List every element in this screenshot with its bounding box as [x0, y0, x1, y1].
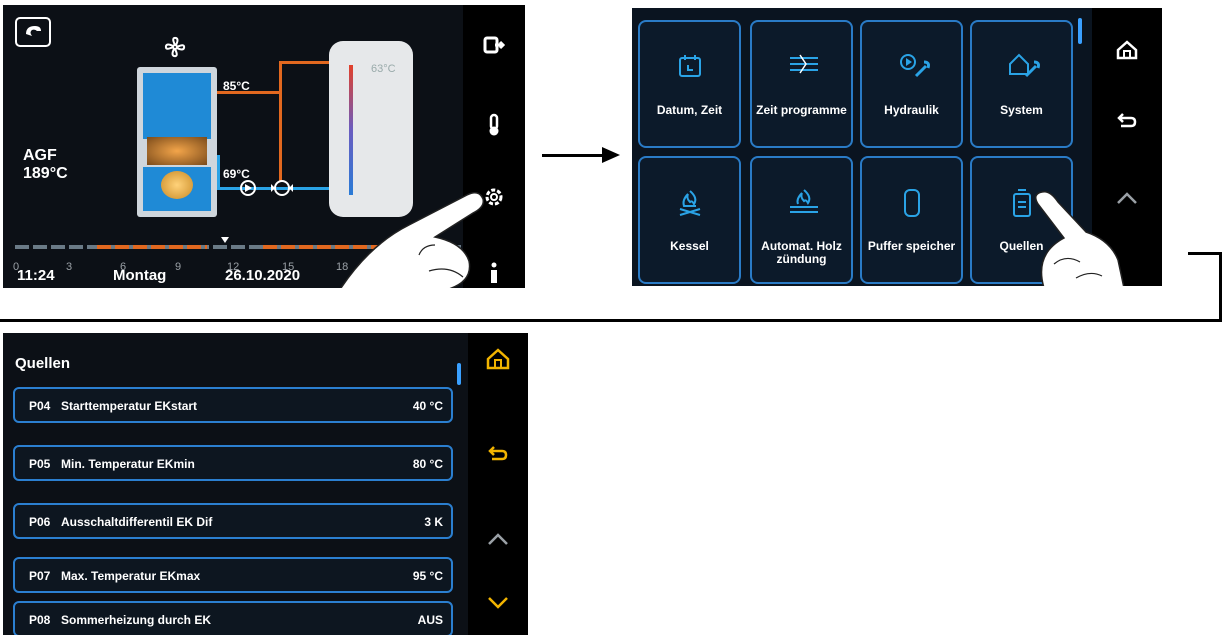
scroll-up-button[interactable]	[468, 519, 528, 559]
parameter-row[interactable]: P07 Max. Temperatur EKmax 95 °C	[13, 557, 453, 593]
list-sidebar	[468, 333, 528, 635]
timeline-tick: 3	[66, 261, 73, 273]
chevron-down-icon	[488, 597, 508, 609]
parameter-name: Min. Temperatur EKmin	[61, 457, 195, 471]
tile-label: Puffer speicher	[867, 239, 956, 253]
weekday-label: Montag	[113, 267, 167, 284]
pump-icon	[240, 180, 256, 196]
tile-label: Datum, Zeit	[656, 103, 723, 117]
flame-icon	[679, 190, 701, 216]
parameter-row[interactable]: P08 Sommerheizung durch EK AUS	[13, 601, 453, 635]
tile-automat-holz-zuendung[interactable]: Automat. Holz zündung	[750, 156, 853, 284]
overview-screen: 85°C 69°C 63°C AGF 189°C 0 3 6 9 12 15 1…	[3, 5, 525, 288]
tile-label: Automat. Holz zündung	[761, 239, 842, 266]
tile-kessel[interactable]: Kessel	[638, 156, 741, 284]
chevron-up-icon	[488, 533, 508, 545]
tile-label: Hydraulik	[884, 103, 939, 117]
source-temp: 189°C	[23, 165, 68, 182]
page-title: Quellen	[15, 355, 71, 372]
tile-zeit-programme[interactable]: Zeit programme	[750, 20, 853, 148]
parameter-row[interactable]: P06 Ausschaltdifferentil EK Dif 3 K	[13, 503, 453, 539]
timeline-icon	[790, 54, 818, 74]
tank-temp-label: 63°C	[371, 63, 396, 75]
flow-arrow-head	[602, 147, 620, 163]
logo-button[interactable]	[15, 17, 51, 47]
parameter-row[interactable]: P05 Min. Temperatur EKmin 80 °C	[13, 445, 453, 481]
exit-button[interactable]	[463, 25, 525, 65]
pointing-hand-illustration	[340, 192, 485, 288]
thermometer-icon	[489, 113, 499, 136]
settings-menu-screen: Datum, Zeit Zeit programme Hydraulik Sys…	[632, 8, 1162, 286]
scrollbar[interactable]	[1078, 18, 1082, 44]
parameter-code: P04	[29, 399, 51, 413]
tile-hydraulik[interactable]: Hydraulik	[860, 20, 963, 148]
back-icon	[1117, 113, 1137, 128]
logo-icon	[26, 26, 41, 36]
parameter-value: AUS	[417, 613, 443, 627]
valve-icon	[271, 180, 293, 196]
supply-pipe-vertical	[279, 61, 282, 181]
home-icon	[486, 348, 510, 370]
pointing-hand-illustration	[1035, 190, 1125, 286]
clock-time: 11:24	[17, 267, 55, 284]
home-button[interactable]	[1092, 30, 1162, 70]
flow-connector	[1219, 252, 1222, 322]
calendar-icon	[679, 55, 701, 77]
flow-connector	[1188, 252, 1222, 255]
source-label: AGF	[23, 147, 57, 164]
back-button[interactable]	[468, 433, 528, 473]
fan-icon	[164, 36, 186, 58]
home-wrench-icon	[1009, 53, 1040, 78]
parameter-name: Ausschaltdifferentil EK Dif	[61, 515, 213, 529]
parameter-value: 80 °C	[412, 457, 443, 471]
parameter-row[interactable]: P04 Starttemperatur EKstart 40 °C	[13, 387, 453, 423]
temperature-button[interactable]	[463, 105, 525, 145]
pump-wrench-icon	[900, 54, 930, 78]
home-button[interactable]	[468, 339, 528, 379]
timeline-tick: 9	[175, 261, 182, 273]
supply-temp-label: 85°C	[223, 79, 250, 93]
tank-icon	[904, 189, 920, 217]
parameter-name: Starttemperatur EKstart	[61, 399, 198, 413]
back-button[interactable]	[1092, 100, 1162, 140]
boiler-graphic	[137, 67, 217, 217]
ignition-icon	[790, 189, 818, 213]
parameter-name: Sommerheizung durch EK	[61, 613, 212, 627]
flow-arrow	[542, 154, 606, 157]
tile-label: Kessel	[670, 239, 709, 253]
quellen-screen: Quellen P04 Starttemperatur EKstart 40 °…	[3, 333, 528, 635]
parameter-code: P06	[29, 515, 51, 529]
scroll-down-button[interactable]	[468, 583, 528, 623]
tile-system[interactable]: System	[970, 20, 1073, 148]
parameter-name: Max. Temperatur EKmax	[61, 569, 201, 583]
home-icon	[1116, 40, 1138, 60]
tile-datum-zeit[interactable]: Datum, Zeit	[638, 20, 741, 148]
timeline-marker	[221, 237, 229, 243]
tile-label: Zeit programme	[756, 103, 847, 117]
date-label: 26.10.2020	[225, 267, 301, 284]
tile-puffer-speicher[interactable]: Puffer speicher	[860, 156, 963, 284]
parameter-code: P08	[29, 613, 51, 627]
back-icon	[488, 446, 508, 461]
scrollbar[interactable]	[457, 363, 461, 385]
parameter-value: 95 °C	[412, 569, 443, 583]
exit-icon	[483, 36, 505, 54]
parameter-value: 3 K	[424, 515, 443, 529]
tile-label: System	[1000, 103, 1043, 117]
parameter-code: P07	[29, 569, 51, 583]
flow-connector	[0, 319, 1222, 322]
parameter-value: 40 °C	[412, 399, 443, 413]
parameter-code: P05	[29, 457, 51, 471]
